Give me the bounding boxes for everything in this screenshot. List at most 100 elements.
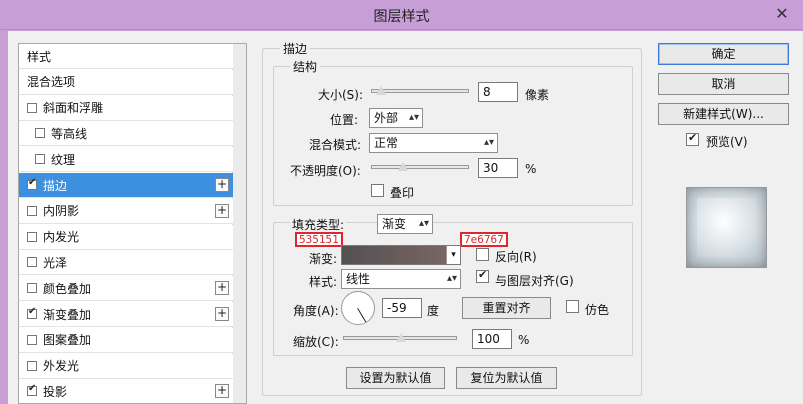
add-effect-plus-icon[interactable]: + xyxy=(215,203,229,218)
style-list-checkbox[interactable] xyxy=(35,128,45,139)
style-list-checkbox[interactable] xyxy=(27,257,37,268)
size-slider[interactable] xyxy=(371,86,469,96)
position-label: 位置: xyxy=(330,113,359,127)
style-list-item[interactable]: 内阴影 + xyxy=(19,198,233,224)
style-list-item[interactable]: 等高线 xyxy=(19,121,233,147)
style-list-item-label: 混合选项 xyxy=(27,75,76,90)
opacity-unit: % xyxy=(525,162,537,176)
style-list-item[interactable]: 混合选项 xyxy=(19,69,233,95)
gradient-picker[interactable]: ▾ xyxy=(341,245,461,265)
set-default-button[interactable]: 设置为默认值 xyxy=(346,367,445,389)
chevron-down-icon: ▴▾ xyxy=(418,218,429,229)
angle-dial-needle xyxy=(357,308,367,323)
style-list-item-label: 光泽 xyxy=(43,255,68,270)
blend-mode-value: 正常 xyxy=(374,136,399,150)
style-list-item[interactable]: 光泽 xyxy=(19,250,233,276)
style-preview-swatch xyxy=(686,187,767,268)
style-list-scrollbar[interactable] xyxy=(232,44,246,403)
style-list-item-label: 纹理 xyxy=(51,152,76,167)
angle-dial[interactable] xyxy=(341,291,375,325)
chevron-down-icon: ▴▾ xyxy=(408,112,419,123)
style-list-item-label: 外发光 xyxy=(43,359,80,374)
fill-type-value: 渐变 xyxy=(382,217,407,231)
close-icon[interactable]: ✕ xyxy=(773,5,791,23)
style-list-checkbox[interactable] xyxy=(27,283,37,294)
reverse-checkbox[interactable] xyxy=(476,248,489,261)
blend-mode-label: 混合模式: xyxy=(309,138,362,152)
gradient-style-value: 线性 xyxy=(346,272,371,286)
style-list-item-label: 内阴影 xyxy=(43,204,80,219)
gradient-label: 渐变: xyxy=(309,252,338,266)
style-list-item-label: 图案叠加 xyxy=(43,333,92,348)
align-with-layer-label: 与图层对齐(G) xyxy=(495,274,574,288)
style-list-item[interactable]: 投影 + xyxy=(19,379,233,403)
reset-default-button[interactable]: 复位为默认值 xyxy=(456,367,557,389)
style-list-item[interactable]: 描边 + xyxy=(19,173,233,198)
blend-mode-select[interactable]: 正常 ▴▾ xyxy=(369,133,498,153)
cancel-button[interactable]: 取消 xyxy=(658,73,789,95)
add-effect-plus-icon[interactable]: + xyxy=(215,384,229,399)
ok-button[interactable]: 确定 xyxy=(658,43,789,65)
overprint-label: 叠印 xyxy=(390,186,415,200)
opacity-slider-thumb[interactable] xyxy=(398,162,409,172)
style-list: 样式混合选项斜面和浮雕等高线纹理描边 + 内阴影 + 内发光光泽颜色叠加 + 渐变叠加 + 图案… xyxy=(18,43,247,404)
size-slider-thumb[interactable] xyxy=(376,86,387,96)
opacity-input[interactable]: 30 xyxy=(478,158,518,178)
style-list-item-label: 描边 xyxy=(43,178,68,193)
title-bar: 图层样式 ✕ xyxy=(0,0,803,30)
scale-label: 缩放(C): xyxy=(293,335,339,349)
new-style-button[interactable]: 新建样式(W)... xyxy=(658,103,789,125)
chevron-down-icon: ▴▾ xyxy=(446,273,457,284)
dither-label: 仿色 xyxy=(585,303,610,317)
style-list-item[interactable]: 样式 xyxy=(19,44,233,69)
scale-slider[interactable] xyxy=(343,333,457,343)
style-list-checkbox[interactable] xyxy=(27,383,37,397)
fill-type-select[interactable]: 渐变 ▴▾ xyxy=(377,214,433,234)
gradient-style-select[interactable]: 线性 ▴▾ xyxy=(341,269,461,289)
size-input[interactable]: 8 xyxy=(478,82,518,102)
style-list-checkbox[interactable] xyxy=(27,231,37,242)
opacity-label: 不透明度(O): xyxy=(290,164,361,178)
add-effect-plus-icon[interactable]: + xyxy=(215,281,229,296)
style-list-item[interactable]: 颜色叠加 + xyxy=(19,276,233,302)
fill-type-label: 填充类型: xyxy=(290,216,347,233)
preview-checkbox[interactable] xyxy=(686,131,699,146)
style-list-checkbox[interactable] xyxy=(27,360,37,371)
angle-input[interactable]: -59 xyxy=(382,298,422,318)
preview-label: 预览(V) xyxy=(706,135,748,149)
angle-unit: 度 xyxy=(427,304,440,318)
style-list-checkbox[interactable] xyxy=(27,334,37,345)
window-title: 图层样式 xyxy=(373,9,430,25)
style-list-checkbox[interactable] xyxy=(27,102,37,113)
style-list-item[interactable]: 外发光 xyxy=(19,353,233,379)
style-list-item[interactable]: 内发光 xyxy=(19,224,233,250)
position-select[interactable]: 外部 ▴▾ xyxy=(369,108,423,128)
style-list-item-label: 内发光 xyxy=(43,230,80,245)
chevron-down-icon[interactable]: ▾ xyxy=(446,246,460,264)
gradient-end-color-label: 7e6767 xyxy=(460,232,508,247)
reverse-label: 反向(R) xyxy=(495,250,537,264)
scale-slider-thumb[interactable] xyxy=(396,333,406,343)
align-with-layer-checkbox[interactable] xyxy=(476,268,489,283)
style-list-checkbox[interactable] xyxy=(27,177,37,190)
position-value: 外部 xyxy=(374,111,399,125)
opacity-slider[interactable] xyxy=(371,162,469,172)
style-list-item[interactable]: 纹理 xyxy=(19,147,233,173)
style-list-item[interactable]: 斜面和浮雕 xyxy=(19,95,233,121)
style-list-checkbox[interactable] xyxy=(27,205,37,216)
style-list-item[interactable]: 渐变叠加 + xyxy=(19,302,233,327)
style-list-item-label: 样式 xyxy=(27,49,52,64)
reset-alignment-button[interactable]: 重置对齐 xyxy=(462,297,551,319)
scale-input[interactable]: 100 xyxy=(472,329,512,349)
add-effect-plus-icon[interactable]: + xyxy=(215,178,229,192)
chevron-down-icon: ▴▾ xyxy=(483,137,494,148)
add-effect-plus-icon[interactable]: + xyxy=(215,307,229,321)
size-label: 大小(S): xyxy=(318,88,364,102)
style-list-item-label: 等高线 xyxy=(51,126,88,141)
style-list-checkbox[interactable] xyxy=(35,154,45,165)
style-list-item[interactable]: 图案叠加 xyxy=(19,327,233,353)
style-list-item-label: 斜面和浮雕 xyxy=(43,101,104,116)
style-list-checkbox[interactable] xyxy=(27,306,37,319)
dither-checkbox[interactable] xyxy=(566,300,579,313)
overprint-checkbox[interactable] xyxy=(371,184,384,197)
